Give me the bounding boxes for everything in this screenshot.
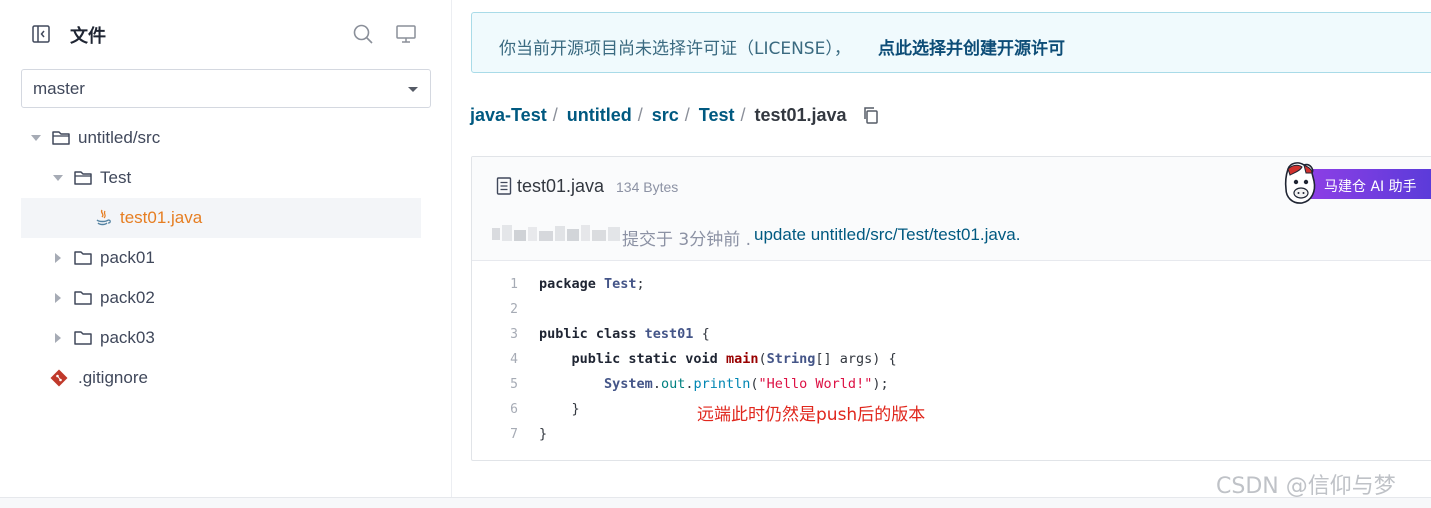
code-text: public class test01 { — [539, 326, 710, 342]
code-text: } — [539, 401, 580, 417]
line-number: 5 — [510, 377, 518, 392]
line-number: 3 — [510, 327, 518, 342]
caret-collapsed-icon[interactable] — [52, 332, 64, 344]
breadcrumb-repo[interactable]: java-Test — [470, 105, 547, 126]
tree-item-gitignore[interactable]: .gitignore — [21, 358, 421, 398]
tree-item-test01-java[interactable]: test01.java — [21, 198, 421, 238]
sidebar-header: 文件 — [0, 0, 452, 68]
code-line: 6 } — [472, 398, 1431, 423]
file-name: test01.java — [517, 176, 605, 196]
ai-assistant-label: 马建仓 AI 助手 — [1324, 179, 1417, 195]
breadcrumb-current-file: test01.java — [754, 104, 847, 125]
folder-icon — [74, 291, 92, 305]
tree-item-test[interactable]: Test — [21, 158, 421, 198]
breadcrumb-untitled[interactable]: untitled — [567, 105, 632, 126]
sidebar-toggle-icon[interactable] — [31, 24, 51, 44]
branch-value: master — [33, 79, 85, 98]
git-icon — [50, 369, 68, 387]
code-text: public static void main(String[] args) { — [539, 351, 897, 367]
folder-icon — [74, 331, 92, 345]
code-line: 2 — [472, 298, 1431, 323]
line-number: 7 — [510, 427, 518, 442]
folder-open-icon — [52, 131, 70, 145]
caret-expanded-icon[interactable] — [52, 172, 64, 184]
tree-item-pack02[interactable]: pack02 — [21, 278, 421, 318]
main-content: 你当前开源项目尚未选择许可证（LICENSE）， 点此选择并创建开源许可 jav… — [453, 0, 1431, 497]
line-number: 6 — [510, 402, 518, 417]
committer-avatar-blurred — [492, 225, 620, 241]
create-license-link[interactable]: 点此选择并创建开源许可 — [878, 34, 1065, 59]
code-line: 4 public static void main(String[] args)… — [472, 348, 1431, 373]
license-notice-text: 你当前开源项目尚未选择许可证（LICENSE）， — [499, 39, 851, 59]
folder-icon — [74, 251, 92, 265]
breadcrumb-separator: / — [637, 104, 643, 125]
tree-item-label: pack03 — [100, 328, 155, 347]
line-number: 4 — [510, 352, 518, 367]
breadcrumb-separator: / — [684, 104, 690, 125]
commit-message-link[interactable]: update untitled/src/Test/test01.java. — [754, 225, 1021, 245]
csdn-watermark: CSDN @信仰与梦 — [1216, 474, 1396, 499]
breadcrumb-test[interactable]: Test — [699, 105, 735, 126]
folder-open-icon — [74, 171, 92, 185]
line-number: 2 — [510, 302, 518, 317]
breadcrumb: java-Test / untitled / src / Test / test… — [470, 103, 880, 127]
sidebar-title: 文件 — [70, 26, 106, 47]
mascot-icon — [1284, 162, 1316, 204]
caret-collapsed-icon[interactable] — [52, 252, 64, 264]
code-text: } — [539, 426, 548, 442]
file-sidebar: 文件 master untitled/src Test test01.java … — [0, 0, 452, 497]
breadcrumb-src[interactable]: src — [652, 105, 679, 126]
red-annotation: 远端此时仍然是push后的版本 — [697, 405, 926, 425]
commit-info-text: 提交于 3分钟前 . — [622, 230, 752, 250]
tree-item-label: pack01 — [100, 248, 155, 267]
code-line: 7} — [472, 423, 1431, 448]
file-viewer: test01.java 134 Bytes 马建仓 AI 助手 提交于 3分钟前… — [471, 156, 1431, 461]
code-text: System.out.println("Hello World!"); — [604, 376, 889, 392]
file-size: 134 Bytes — [616, 179, 679, 195]
tree-item-pack03[interactable]: pack03 — [21, 318, 421, 358]
tree-item-label: test01.java — [120, 208, 203, 227]
tree-item-untitled-src[interactable]: untitled/src — [21, 118, 421, 158]
tree-item-pack01[interactable]: pack01 — [21, 238, 421, 278]
caret-expanded-icon[interactable] — [30, 132, 42, 144]
breadcrumb-separator: / — [552, 104, 558, 125]
line-number: 1 — [510, 277, 518, 292]
caret-collapsed-icon[interactable] — [52, 292, 64, 304]
java-file-icon — [96, 209, 111, 226]
tree-item-label: pack02 — [100, 288, 155, 307]
breadcrumb-separator: / — [740, 104, 746, 125]
code-text: package Test; — [539, 276, 645, 292]
license-notice: 你当前开源项目尚未选择许可证（LICENSE）， 点此选择并创建开源许可 — [471, 12, 1431, 73]
code-line: 1 package Test; — [472, 273, 1431, 298]
bottom-bar — [0, 497, 1431, 508]
monitor-icon[interactable] — [395, 23, 417, 45]
file-header: test01.java 134 Bytes 马建仓 AI 助手 提交于 3分钟前… — [472, 157, 1431, 261]
tree-item-label: untitled/src — [78, 128, 161, 147]
search-icon[interactable] — [352, 23, 374, 45]
file-text-icon — [496, 177, 512, 195]
code-line: 3 public class test01 { — [472, 323, 1431, 348]
branch-select[interactable]: master — [21, 69, 431, 108]
ai-assistant-button[interactable]: 马建仓 AI 助手 — [1280, 161, 1431, 205]
code-line: 5 System.out.println("Hello World!"); — [472, 373, 1431, 398]
copy-icon[interactable] — [862, 106, 880, 124]
caret-down-icon — [408, 87, 418, 92]
tree-item-label: .gitignore — [78, 368, 148, 387]
tree-item-label: Test — [100, 168, 132, 187]
